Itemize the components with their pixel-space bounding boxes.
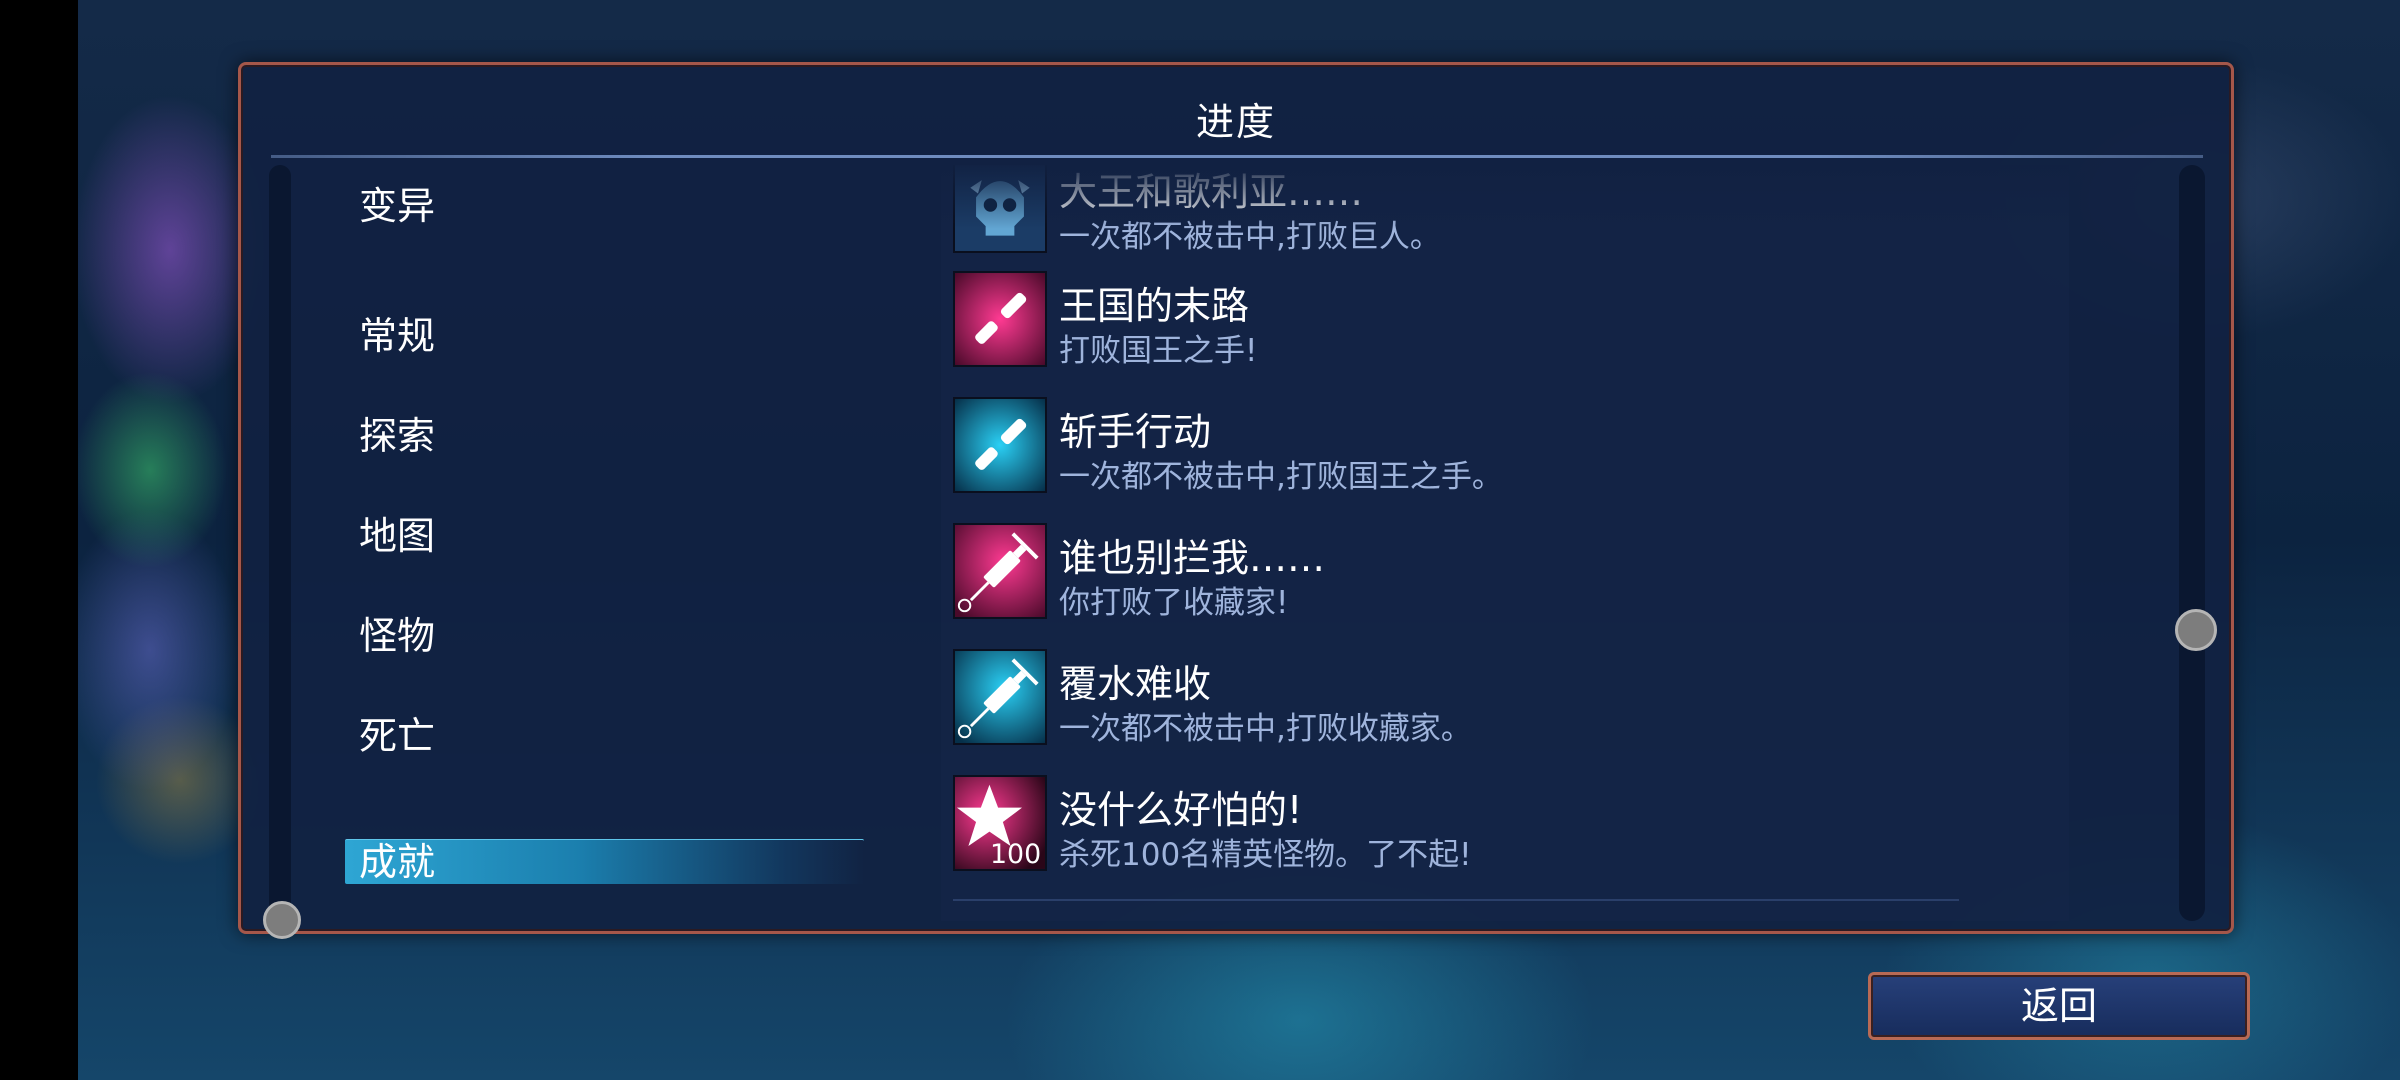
category-scrollbar[interactable] [269,165,291,921]
category-scroll-knob[interactable] [263,901,301,939]
skull-icon [953,165,1047,253]
back-button[interactable]: 返回 [1868,972,2250,1040]
achievement-description: 打败国王之手! [1059,333,1258,369]
category-achievements[interactable]: 成就 [345,839,864,884]
category-exploration[interactable]: 探索 [359,405,435,460]
syringe-icon [953,523,1047,619]
achievement-item[interactable]: 大王和歌利亚…… 一次都不被击中,打败巨人。 [941,165,2069,257]
achievement-description: 杀死100名精英怪物。了不起! [1059,837,1472,873]
star-icon: 100 [953,775,1047,871]
list-bottom-divider [953,899,1959,901]
achievement-item[interactable]: 王国的末路 打败国王之手! [941,271,2069,371]
achievement-title: 没什么好怕的! [1059,788,1303,832]
syringe-icon [953,649,1047,745]
achievement-item[interactable]: 100 没什么好怕的! 杀死100名精英怪物。了不起! [941,775,2069,875]
category-map[interactable]: 地图 [359,505,435,560]
achievement-item[interactable]: 覆水难收 一次都不被击中,打败收藏家。 [941,649,2069,749]
dialog-title: 进度 [1195,100,1276,144]
achievement-description: 一次都不被击中,打败巨人。 [1059,219,1441,255]
achievement-count-badge: 100 [990,839,1041,869]
achievement-title: 斩手行动 [1059,410,1212,454]
achievement-description: 你打败了收藏家! [1059,585,1289,621]
title-divider [271,155,2203,158]
category-deaths[interactable]: 死亡 [359,705,435,760]
achievement-title: 王国的末路 [1059,284,1250,328]
achievement-item[interactable]: 斩手行动 一次都不被击中,打败国王之手。 [941,397,2069,497]
achievement-description: 一次都不被击中,打败收藏家。 [1059,711,1472,747]
achievement-title: 大王和歌利亚…… [1059,170,1364,214]
achievement-item[interactable]: 谁也别拦我…… 你打败了收藏家! [941,523,2069,623]
progress-dialog: 进度 变异 常规 探索 地图 怪物 死亡 成就 大王和歌利亚…… 一次都不被击中… [238,62,2234,939]
achievement-description: 一次都不被击中,打败国王之手。 [1059,459,1503,495]
achievement-title: 覆水难收 [1059,662,1212,706]
screen-edge [0,0,78,1080]
category-monsters[interactable]: 怪物 [359,605,435,660]
achievement-scrollbar[interactable] [2179,165,2205,921]
achievement-title: 谁也别拦我…… [1059,536,1326,580]
category-mutations[interactable]: 变异 [359,175,435,230]
category-general[interactable]: 常规 [359,305,435,360]
achievement-scroll-knob[interactable] [2175,609,2217,651]
hand-icon [953,271,1047,367]
hand-icon [953,397,1047,493]
achievement-panel: 大王和歌利亚…… 一次都不被击中,打败巨人。 王国的末路 打败国王之手! 斩手行… [941,165,2069,921]
